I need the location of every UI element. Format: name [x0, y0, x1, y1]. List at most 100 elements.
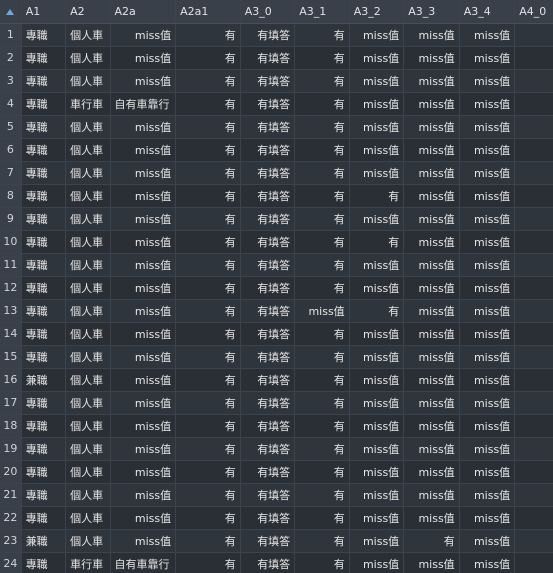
table-row[interactable]: 10專職個人車miss值有有填答有有miss值miss值有填答	[0, 230, 553, 254]
cell-a3-0[interactable]: 有填答	[240, 414, 296, 438]
cell-a3-4[interactable]: miss值	[459, 23, 516, 47]
cell-a2[interactable]: 個人車	[65, 253, 111, 277]
cell-a3-2[interactable]: miss值	[349, 460, 405, 484]
table-row[interactable]: 3專職個人車miss值有有填答有miss值miss值miss值有填答	[0, 69, 553, 93]
cell-a2a1[interactable]: 有	[175, 138, 241, 162]
cell-a3-0[interactable]: 有填答	[240, 115, 296, 139]
cell-a2[interactable]: 個人車	[65, 460, 111, 484]
cell-a2a[interactable]: miss值	[110, 299, 177, 323]
cell-a1[interactable]: 專職	[21, 276, 67, 300]
cell-a3-4[interactable]: miss值	[459, 276, 516, 300]
cell-a4-0[interactable]: 有填答	[514, 506, 553, 530]
cell-a2a[interactable]: miss值	[110, 529, 177, 553]
cell-a2a1[interactable]: 有	[175, 552, 241, 573]
cell-a2a[interactable]: miss值	[110, 345, 177, 369]
cell-a4-0[interactable]: 有填答	[514, 161, 553, 185]
cell-a2a1[interactable]: 有	[175, 207, 241, 231]
cell-a2a[interactable]: miss值	[110, 184, 177, 208]
cell-a3-3[interactable]: miss值	[403, 437, 460, 461]
cell-a3-2[interactable]: miss值	[349, 161, 405, 185]
cell-a3-0[interactable]: 有填答	[240, 437, 296, 461]
cell-a2a1[interactable]: 有	[175, 368, 241, 392]
cell-a2a[interactable]: miss值	[110, 368, 177, 392]
cell-a2[interactable]: 個人車	[65, 391, 111, 415]
cell-a3-4[interactable]: miss值	[459, 345, 516, 369]
cell-a3-2[interactable]: miss值	[349, 69, 405, 93]
cell-a2[interactable]: 個人車	[65, 138, 111, 162]
cell-a3-3[interactable]: miss值	[403, 184, 460, 208]
cell-a3-2[interactable]: miss值	[349, 529, 405, 553]
cell-a3-0[interactable]: 有填答	[240, 299, 296, 323]
cell-a3-4[interactable]: miss值	[459, 483, 516, 507]
cell-a2[interactable]: 個人車	[65, 414, 111, 438]
cell-a2a[interactable]: miss值	[110, 483, 177, 507]
cell-a2a[interactable]: miss值	[110, 230, 177, 254]
cell-a3-1[interactable]: 有	[294, 345, 350, 369]
cell-a2a[interactable]: miss值	[110, 437, 177, 461]
cell-a3-1[interactable]: 有	[294, 483, 350, 507]
cell-a4-0[interactable]: 有填答	[514, 230, 553, 254]
cell-a2[interactable]: 個人車	[65, 506, 111, 530]
cell-a3-2[interactable]: miss值	[349, 391, 405, 415]
cell-a3-0[interactable]: 有填答	[240, 276, 296, 300]
cell-a3-1[interactable]: 有	[294, 552, 350, 573]
table-row[interactable]: 14專職個人車miss值有有填答有miss值miss值miss值有填答	[0, 322, 553, 346]
cell-a3-2[interactable]: miss值	[349, 437, 405, 461]
cell-a3-3[interactable]: miss值	[403, 322, 460, 346]
table-row[interactable]: 18專職個人車miss值有有填答有miss值miss值miss值有填答	[0, 414, 553, 438]
column-header-a3-2[interactable]: A3_2	[349, 0, 405, 24]
cell-a1[interactable]: 專職	[21, 23, 67, 47]
cell-a3-0[interactable]: 有填答	[240, 391, 296, 415]
cell-a3-1[interactable]: 有	[294, 460, 350, 484]
cell-a3-4[interactable]: miss值	[459, 299, 516, 323]
cell-a3-4[interactable]: miss值	[459, 414, 516, 438]
column-header-a3-1[interactable]: A3_1	[294, 0, 350, 24]
cell-a2a1[interactable]: 有	[175, 391, 241, 415]
cell-a1[interactable]: 專職	[21, 46, 67, 70]
cell-a3-1[interactable]: 有	[294, 437, 350, 461]
cell-a1[interactable]: 專職	[21, 506, 67, 530]
cell-a3-0[interactable]: 有填答	[240, 368, 296, 392]
cell-a3-0[interactable]: 有填答	[240, 138, 296, 162]
row-number-header[interactable]	[0, 0, 22, 24]
cell-a3-4[interactable]: miss值	[459, 92, 516, 116]
cell-a2a[interactable]: miss值	[110, 161, 177, 185]
cell-a1[interactable]: 專職	[21, 483, 67, 507]
cell-a3-1[interactable]: 有	[294, 322, 350, 346]
cell-a3-3[interactable]: miss值	[403, 391, 460, 415]
table-row[interactable]: 23兼職個人車miss值有有填答有miss值有miss值有填答	[0, 529, 553, 553]
cell-a3-3[interactable]: miss值	[403, 69, 460, 93]
cell-a3-4[interactable]: miss值	[459, 552, 516, 573]
cell-a3-1[interactable]: 有	[294, 230, 350, 254]
cell-a4-0[interactable]: 有填答	[514, 437, 553, 461]
cell-a3-4[interactable]: miss值	[459, 46, 516, 70]
cell-a3-1[interactable]: 有	[294, 529, 350, 553]
cell-a3-4[interactable]: miss值	[459, 322, 516, 346]
cell-a4-0[interactable]: 有填答	[514, 345, 553, 369]
table-row[interactable]: 4專職車行車自有車靠行有有填答有miss值miss值miss值有填答	[0, 92, 553, 116]
table-row[interactable]: 20專職個人車miss值有有填答有miss值miss值miss值有填答	[0, 460, 553, 484]
table-row[interactable]: 12專職個人車miss值有有填答有miss值miss值miss值有填答	[0, 276, 553, 300]
column-header-a2[interactable]: A2	[65, 0, 111, 24]
cell-a3-0[interactable]: 有填答	[240, 92, 296, 116]
table-row[interactable]: 24專職車行車自有車靠行有有填答有miss值miss值miss值有填答	[0, 552, 553, 573]
cell-a2a[interactable]: miss值	[110, 46, 177, 70]
table-row[interactable]: 15專職個人車miss值有有填答有miss值miss值miss值有填答	[0, 345, 553, 369]
cell-a2a1[interactable]: 有	[175, 23, 241, 47]
cell-a2a[interactable]: 自有車靠行	[110, 552, 177, 573]
cell-a2[interactable]: 個人車	[65, 345, 111, 369]
cell-a2a[interactable]: miss值	[110, 115, 177, 139]
cell-a3-4[interactable]: miss值	[459, 207, 516, 231]
cell-a1[interactable]: 專職	[21, 414, 67, 438]
cell-a3-1[interactable]: 有	[294, 253, 350, 277]
cell-a4-0[interactable]: 有填答	[514, 391, 553, 415]
cell-a3-2[interactable]: miss值	[349, 138, 405, 162]
cell-a2a1[interactable]: 有	[175, 483, 241, 507]
cell-a4-0[interactable]: 有填答	[514, 207, 553, 231]
cell-a2a1[interactable]: 有	[175, 414, 241, 438]
cell-a3-2[interactable]: 有	[349, 184, 405, 208]
cell-a3-2[interactable]: miss值	[349, 368, 405, 392]
cell-a4-0[interactable]: 有填答	[514, 46, 553, 70]
cell-a3-0[interactable]: 有填答	[240, 506, 296, 530]
cell-a3-4[interactable]: miss值	[459, 230, 516, 254]
